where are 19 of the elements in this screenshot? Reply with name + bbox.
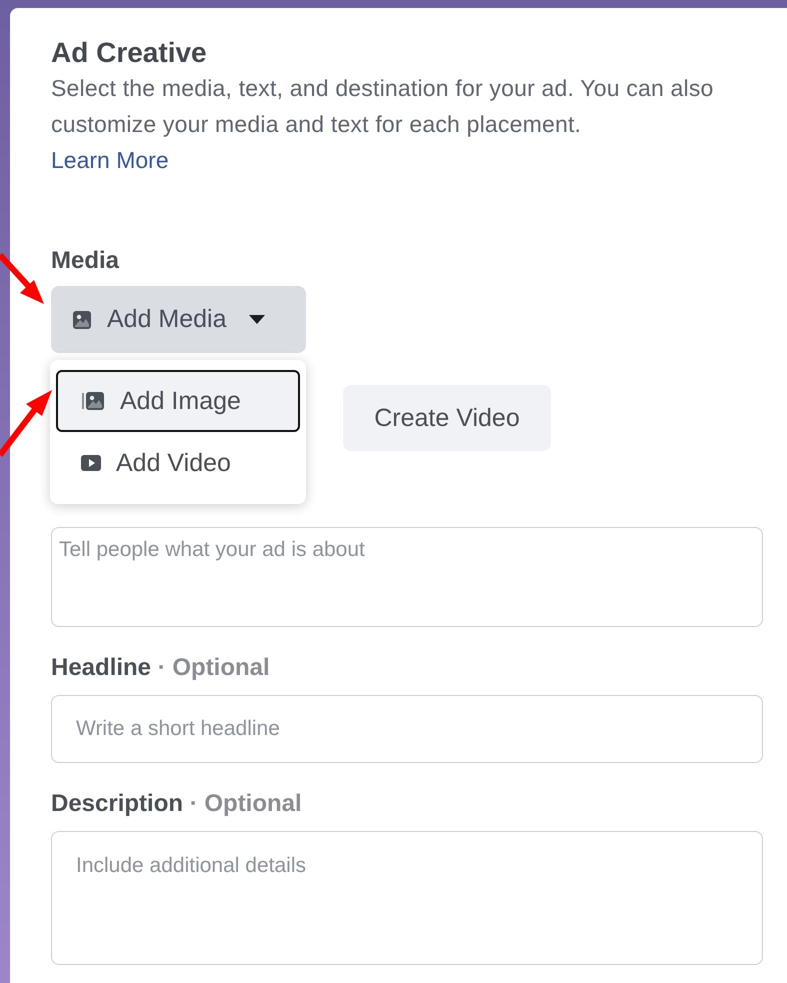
arrow-drawing (0, 390, 52, 457)
image-icon (71, 308, 93, 330)
create-video-button[interactable]: Create Video (343, 385, 551, 451)
add-media-button[interactable]: Add Media (51, 286, 306, 353)
text-area[interactable]: Tell people what your ad is about (51, 527, 763, 627)
headline-field[interactable]: Write a short headline (51, 695, 763, 763)
menu-item[interactable]: Add Image (56, 370, 300, 432)
arrow-drawing (0, 252, 44, 304)
section-description: Select the media, text, and destination for your ad. You can also customize your media and text for each placement. (51, 74, 715, 139)
play-icon (80, 452, 102, 474)
media-label: Media (51, 248, 120, 274)
menu-item[interactable]: Add Video (56, 432, 300, 494)
section-title: Ad Creative (51, 38, 208, 68)
caret-icon (246, 314, 267, 326)
text-area[interactable]: Include additional details (51, 831, 763, 965)
learn-more-link[interactable]: Learn More (51, 142, 169, 178)
field-label: Description · Optional (51, 791, 303, 817)
image-icon (80, 390, 106, 412)
field-label: Headline · Optional (51, 655, 271, 681)
